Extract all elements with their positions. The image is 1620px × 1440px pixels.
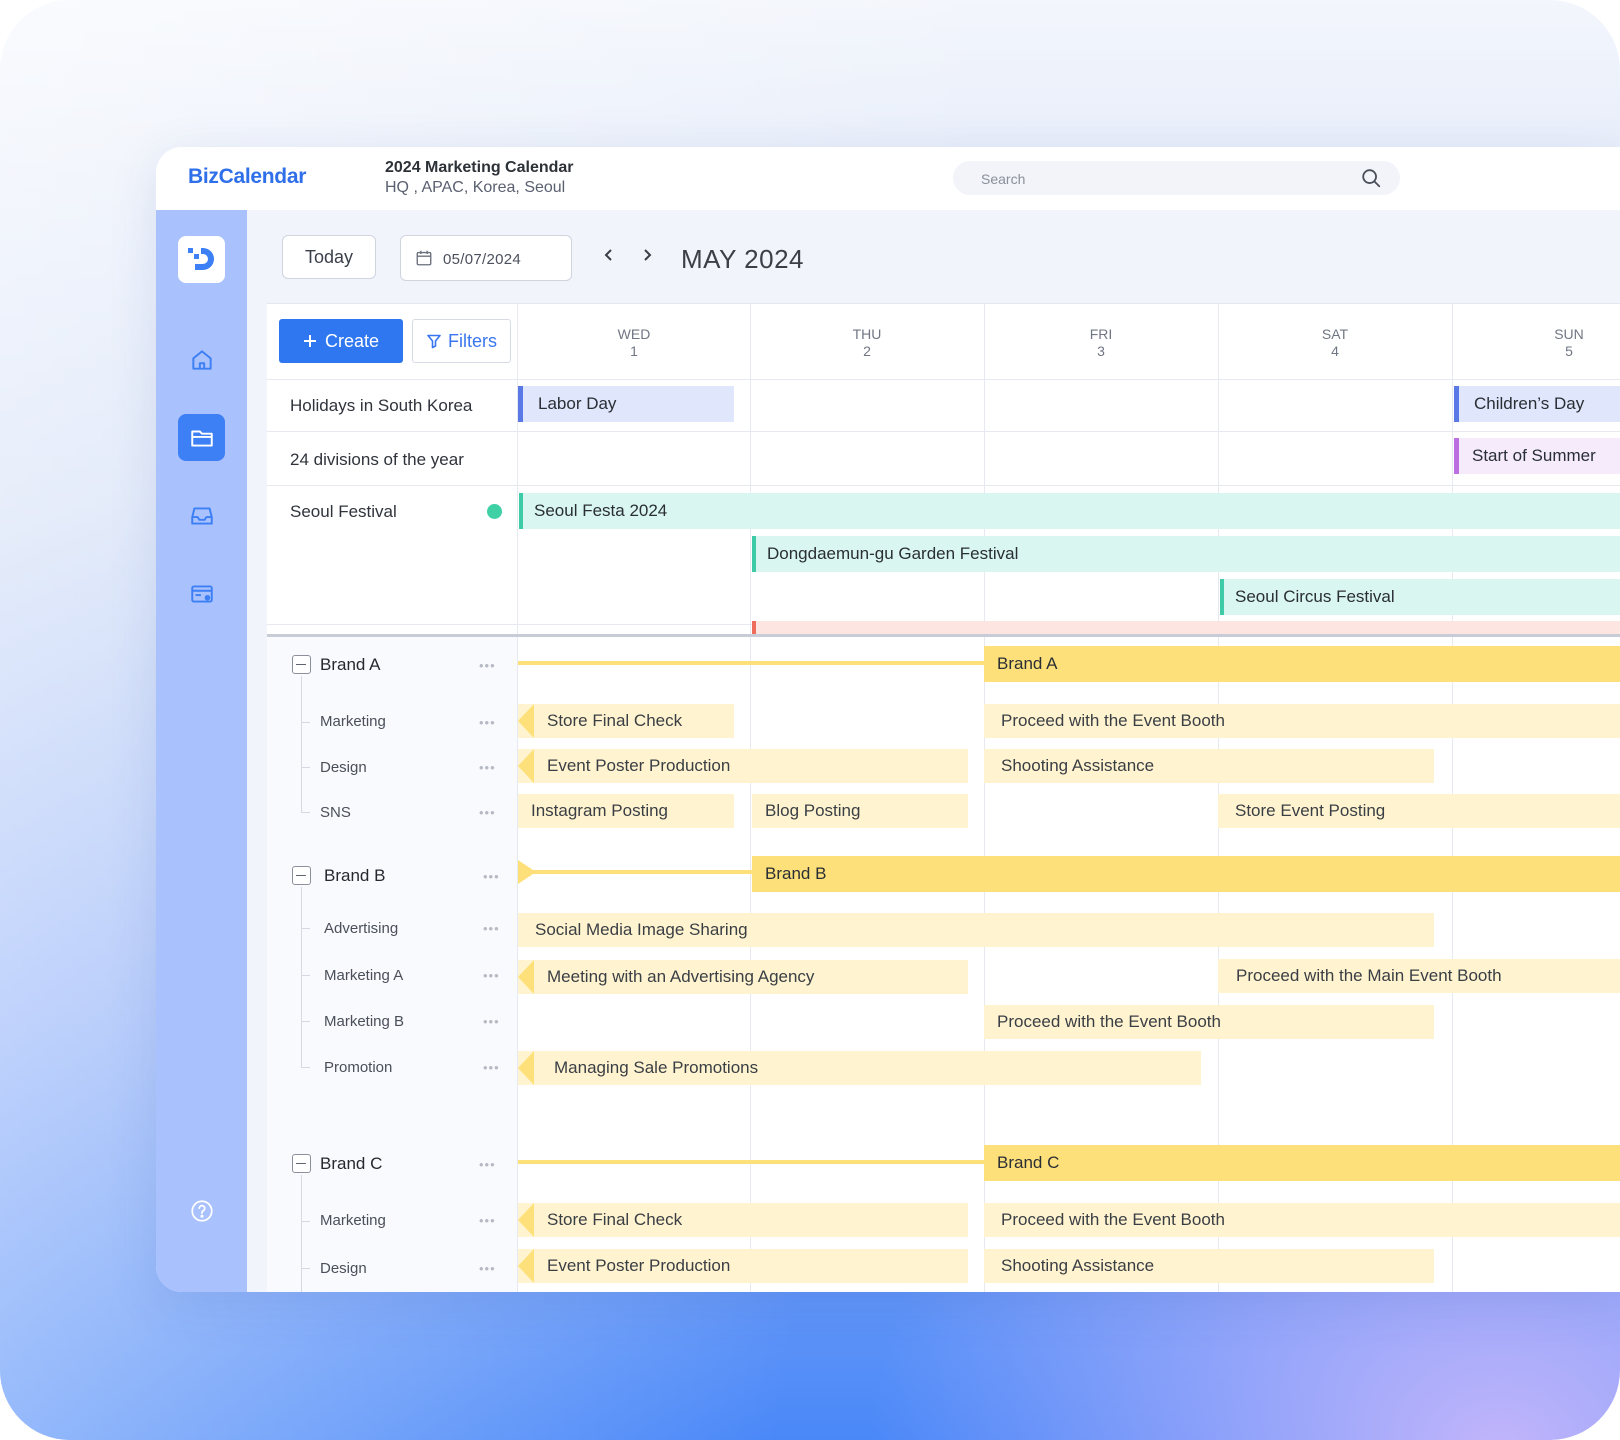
brand-a-bar[interactable]: Brand A [984,646,1620,682]
app-logo[interactable]: BizCalendar [188,165,306,189]
task-shooting-assistance-c[interactable]: Shooting Assistance [984,1249,1434,1283]
holidays-calendar-label[interactable]: Holidays in South Korea [290,396,472,416]
task-store-final-check[interactable]: Store Final Check [518,704,734,738]
sidebar [156,210,247,1292]
brand-c-sub-marketing[interactable]: Marketing [320,1212,386,1229]
brand-c-design-more-icon[interactable]: ••• [479,1261,496,1276]
task-event-booth-c[interactable]: Proceed with the Event Booth [984,1203,1620,1237]
plus-icon [303,335,316,347]
brand-b-sub-advertising[interactable]: Advertising [324,920,398,937]
task-main-event-booth[interactable]: Proceed with the Main Event Booth [1218,959,1620,993]
brand-b-advertising-more-icon[interactable]: ••• [483,921,500,936]
brand-b-bar[interactable]: Brand B [752,856,1620,892]
brand-b-marketing-b-more-icon[interactable]: ••• [483,1014,500,1029]
day-header-sat[interactable]: SAT 4 [1305,326,1365,360]
task-event-poster[interactable]: Event Poster Production [518,749,968,783]
brand-a-lead-line [518,661,984,665]
brand-c-sub-design[interactable]: Design [320,1260,367,1277]
date-value: 05/07/2024 [443,251,522,268]
month-title: MAY 2024 [681,244,805,274]
calendar-grid: Create Filters WED 1 THU 2 FRI 3 SAT 4 SUN 5 … [267,303,1620,1292]
task-blog-posting[interactable]: Blog Posting [752,794,968,828]
brand-a-sub-design[interactable]: Design [320,759,367,776]
brand-a-sns-more-icon[interactable]: ••• [479,805,496,820]
event-childrens-day[interactable]: Children’s Day [1454,386,1620,422]
brand-c-label[interactable]: Brand C [320,1154,382,1174]
search-icon[interactable] [1360,167,1382,189]
brand-b-promotion-more-icon[interactable]: ••• [483,1060,500,1075]
home-icon[interactable] [178,336,225,383]
task-store-event-posting[interactable]: Store Event Posting [1218,794,1620,828]
folder-icon[interactable] [178,414,225,461]
event-circus-festival[interactable]: Seoul Circus Festival [1220,579,1620,615]
brand-b-sub-marketing-b[interactable]: Marketing B [324,1013,404,1030]
brand-c-bar[interactable]: Brand C [984,1145,1620,1181]
brand-a-label[interactable]: Brand A [320,655,381,675]
top-bar: BizCalendar 2024 Marketing Calendar HQ ,… [156,147,1620,210]
event-garden-festival[interactable]: Dongdaemun-gu Garden Festival [752,536,1620,572]
brand-a-more-icon[interactable]: ••• [479,658,496,673]
day-header-thu[interactable]: THU 2 [837,326,897,360]
brand-c-more-icon[interactable]: ••• [479,1157,496,1172]
brand-b-sub-marketing-a[interactable]: Marketing A [324,967,403,984]
divisions-calendar-label[interactable]: 24 divisions of the year [290,450,464,470]
day-header-wed[interactable]: WED 1 [604,326,664,360]
day-header-sun[interactable]: SUN 5 [1539,326,1599,360]
calendar-icon [416,250,432,266]
inbox-icon[interactable] [178,492,225,539]
brand-a-marketing-more-icon[interactable]: ••• [479,715,496,730]
brand-b-lead-line [532,870,752,874]
event-start-of-summer[interactable]: Start of Summer [1454,438,1620,474]
task-managing-sale-promotions[interactable]: Managing Sale Promotions [518,1051,1201,1085]
search-bar[interactable]: Search [953,161,1400,195]
brand-a-sub-marketing[interactable]: Marketing [320,713,386,730]
filters-label: Filters [448,330,497,351]
date-picker[interactable]: 05/07/2024 [400,235,572,281]
collapse-brand-a-button[interactable] [292,655,311,674]
festival-color-dot [487,504,502,519]
section-divider[interactable] [267,634,1620,637]
workspace-logo-icon[interactable] [178,236,225,283]
create-label: Create [324,330,380,351]
brand-a-design-more-icon[interactable]: ••• [479,760,496,775]
event-seoul-festa[interactable]: Seoul Festa 2024 [519,493,1620,529]
chevron-left-icon [604,249,612,261]
filters-button[interactable]: Filters [412,319,511,363]
brand-b-sub-promotion[interactable]: Promotion [324,1059,392,1076]
calendar-settings-icon[interactable] [178,570,225,617]
today-button[interactable]: Today [282,235,376,279]
chevron-right-icon [644,249,652,261]
calendar-subtitle: HQ , APAC, Korea, Seoul [385,179,566,196]
brand-b-marketing-a-more-icon[interactable]: ••• [483,968,500,983]
task-instagram-posting[interactable]: Instagram Posting [518,794,734,828]
task-event-booth[interactable]: Proceed with the Event Booth [984,704,1620,738]
day-header-fri[interactable]: FRI 3 [1071,326,1131,360]
collapse-brand-b-button[interactable] [292,866,311,885]
event-labor-day[interactable]: Labor Day [518,386,734,422]
main-area: Today 05/07/2024 MAY 2024 Create Filters… [247,210,1620,1292]
app-window: BizCalendar 2024 Marketing Calendar HQ ,… [156,147,1620,1292]
event-partially-hidden[interactable] [752,621,1620,635]
filter-icon [427,334,441,349]
task-event-poster-c[interactable]: Event Poster Production [518,1249,968,1283]
task-social-media-image[interactable]: Social Media Image Sharing [518,913,1434,947]
brand-b-more-icon[interactable]: ••• [483,869,500,884]
task-shooting-assistance[interactable]: Shooting Assistance [984,749,1434,783]
collapse-brand-c-button[interactable] [292,1154,311,1173]
prev-month-button[interactable] [597,243,621,267]
help-icon[interactable] [178,1187,225,1234]
brand-a-sub-sns[interactable]: SNS [320,804,351,821]
brand-c-marketing-more-icon[interactable]: ••• [479,1213,496,1228]
task-advertising-agency-meeting[interactable]: Meeting with an Advertising Agency [518,960,968,994]
brand-c-lead-line [518,1160,984,1164]
next-month-button[interactable] [635,243,659,267]
create-button[interactable]: Create [279,319,403,363]
brand-b-label[interactable]: Brand B [324,866,385,886]
task-store-final-check-c[interactable]: Store Final Check [518,1203,968,1237]
festival-calendar-label[interactable]: Seoul Festival [290,502,397,522]
search-input[interactable]: Search [981,171,1025,187]
calendar-title: 2024 Marketing Calendar [385,159,574,176]
task-event-booth-b[interactable]: Proceed with the Event Booth [984,1005,1434,1039]
